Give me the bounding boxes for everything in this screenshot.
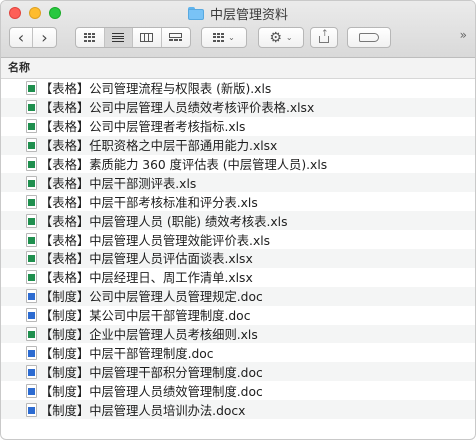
spreadsheet-file-icon — [26, 270, 37, 285]
column-view-button[interactable] — [133, 28, 162, 47]
file-name: 【制度】某公司中层干部管理制度.doc — [40, 309, 251, 324]
document-file-icon — [26, 364, 37, 379]
group-button[interactable]: ⌄ — [201, 27, 247, 48]
chevron-down-icon: ⌄ — [228, 33, 235, 42]
file-name: 【表格】中层经理日、周工作清单.xlsx — [40, 271, 253, 286]
document-file-icon — [26, 345, 37, 360]
arrange-icon — [213, 33, 225, 42]
spreadsheet-file-icon — [26, 232, 37, 247]
list-item[interactable]: 【表格】素质能力 360 度评估表 (中层管理人员).xls — [1, 155, 475, 174]
file-name: 【表格】中层管理人员评估面谈表.xlsx — [40, 252, 253, 267]
chevron-right-icon: › — [41, 28, 48, 47]
file-name: 【制度】中层管理干部积分管理制度.doc — [40, 365, 263, 380]
share-icon: ↑ — [319, 29, 329, 43]
navigation-control: ‹ › — [9, 27, 57, 48]
tag-icon — [359, 33, 379, 42]
gear-icon: ⚙ — [269, 29, 282, 46]
action-button[interactable]: ⚙ ⌄ — [258, 27, 304, 48]
list-item[interactable]: 【表格】公司中层管理人员绩效考核评价表格.xlsx — [1, 97, 475, 117]
file-name: 【制度】中层管理人员培训办法.docx — [40, 403, 246, 418]
file-name: 【表格】公司管理流程与权限表 (新版).xls — [40, 82, 272, 97]
window-title: 中层管理资料 — [209, 8, 288, 23]
window-title-area: 中层管理资料 — [1, 4, 475, 23]
spreadsheet-file-icon — [26, 119, 37, 134]
file-name: 【表格】公司中层管理者考核指标.xls — [40, 120, 246, 135]
spreadsheet-file-icon — [26, 175, 37, 190]
tags-button[interactable] — [347, 27, 391, 48]
list-item[interactable]: 【制度】公司中层管理人员管理规定.doc — [1, 286, 475, 306]
document-file-icon — [26, 289, 37, 304]
list-item[interactable]: 【制度】中层管理干部积分管理制度.doc — [1, 362, 475, 382]
icon-view-icon — [84, 33, 96, 42]
list-item[interactable]: 【表格】任职资格之中层干部通用能力.xlsx — [1, 135, 475, 155]
toolbar: ‹ › ⌄ ⚙ ⌄ ↑ » — [9, 27, 467, 49]
document-file-icon — [26, 308, 37, 323]
file-name: 【制度】公司中层管理人员管理规定.doc — [40, 290, 263, 305]
file-name: 【制度】中层管理人员绩效管理制度.doc — [40, 384, 263, 399]
spreadsheet-file-icon — [26, 157, 37, 171]
gallery-view-icon — [169, 32, 183, 43]
list-item[interactable]: 【表格】中层干部测评表.xls — [1, 173, 475, 193]
icon-view-button[interactable] — [76, 28, 105, 47]
chevron-left-icon: ‹ — [17, 28, 25, 47]
list-item[interactable]: 【表格】中层经理日、周工作清单.xlsx — [1, 268, 475, 287]
share-button[interactable]: ↑ — [310, 27, 338, 48]
file-list: 【表格】公司管理流程与权限表 (新版).xls 【表格】公司中层管理人员绩效考核评… — [1, 79, 475, 420]
title-toolbar: 中层管理资料 ‹ › ⌄ ⚙ ⌄ ↑ » — [1, 1, 475, 58]
list-item[interactable]: 【制度】企业中层管理人员考核细则.xls — [1, 324, 475, 344]
column-view-icon — [140, 33, 154, 42]
forward-button[interactable]: › — [33, 28, 56, 47]
list-item[interactable]: 【表格】公司管理流程与权限表 (新版).xls — [1, 79, 475, 98]
list-item[interactable]: 【制度】中层管理人员培训办法.docx — [1, 400, 475, 420]
file-name: 【表格】中层管理人员管理效能评价表.xls — [40, 233, 271, 248]
spreadsheet-file-icon — [26, 213, 37, 228]
list-item[interactable]: 【表格】中层干部考核标准和评分表.xls — [1, 192, 475, 211]
name-column-header[interactable]: 名称 — [1, 58, 475, 79]
back-button[interactable]: ‹ — [10, 28, 34, 47]
list-item[interactable]: 【表格】公司中层管理者考核指标.xls — [1, 117, 475, 136]
view-mode-control — [75, 27, 191, 48]
file-name: 【制度】企业中层管理人员考核细则.xls — [40, 328, 258, 343]
list-view-button[interactable] — [104, 28, 133, 47]
list-view-icon — [112, 33, 125, 42]
document-file-icon — [26, 402, 37, 417]
chevron-down-icon: ⌄ — [285, 33, 293, 42]
finder-window: 中层管理资料 ‹ › ⌄ ⚙ ⌄ ↑ » 名称 【表格】公司管理流程与权限表 (… — [0, 0, 476, 440]
list-item[interactable]: 【制度】中层干部管理制度.doc — [1, 343, 475, 362]
file-name: 【制度】中层干部管理制度.doc — [40, 346, 214, 361]
list-item[interactable]: 【制度】某公司中层干部管理制度.doc — [1, 306, 475, 325]
list-item[interactable]: 【表格】中层管理人员管理效能评价表.xls — [1, 230, 475, 249]
spreadsheet-file-icon — [26, 138, 37, 153]
spreadsheet-file-icon — [26, 100, 37, 115]
folder-icon — [187, 7, 204, 20]
file-name: 【表格】中层管理人员 (职能) 绩效考核表.xls — [40, 214, 288, 229]
list-item[interactable]: 【表格】中层管理人员 (职能) 绩效考核表.xls — [1, 211, 475, 231]
spreadsheet-file-icon — [26, 81, 37, 96]
file-name: 【表格】公司中层管理人员绩效考核评价表格.xlsx — [40, 101, 315, 116]
spreadsheet-file-icon — [26, 194, 37, 209]
toolbar-overflow-icon[interactable]: » — [460, 28, 467, 42]
spreadsheet-file-icon — [26, 327, 37, 342]
list-item[interactable]: 【制度】中层管理人员绩效管理制度.doc — [1, 381, 475, 400]
file-name: 【表格】素质能力 360 度评估表 (中层管理人员).xls — [40, 158, 328, 172]
spreadsheet-file-icon — [26, 251, 37, 266]
file-name: 【表格】任职资格之中层干部通用能力.xlsx — [40, 139, 278, 154]
file-name: 【表格】中层干部考核标准和评分表.xls — [40, 195, 258, 210]
document-file-icon — [26, 383, 37, 398]
gallery-view-button[interactable] — [162, 28, 190, 47]
list-item[interactable]: 【表格】中层管理人员评估面谈表.xlsx — [1, 249, 475, 268]
file-name: 【表格】中层干部测评表.xls — [40, 176, 197, 191]
